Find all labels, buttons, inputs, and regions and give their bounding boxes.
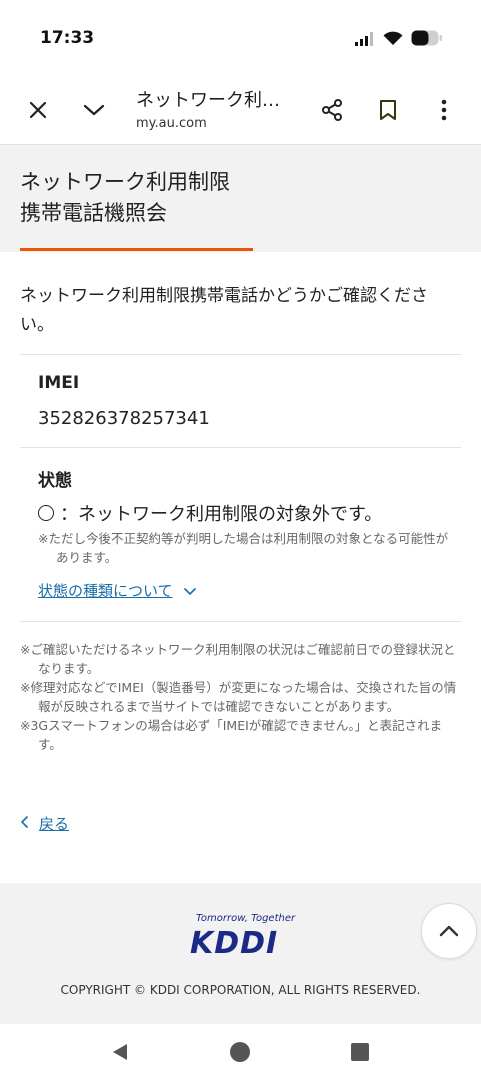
kddi-logo: KDDI [190, 926, 279, 961]
intro-text: ネットワーク利用制限携帯電話かどうかご確認ください。 [20, 286, 428, 335]
back-link[interactable]: 戻る [20, 813, 69, 834]
chevron-left-icon [20, 815, 29, 833]
brand-tagline: Tomorrow, Together [196, 913, 296, 924]
page-url: my.au.com [136, 116, 207, 131]
page-title: ネットワーク利… [136, 90, 280, 111]
state-result: ：ネットワーク利用制限の対象外です。 [38, 500, 382, 526]
section-title-line2: 携帯電話機照会 [20, 201, 167, 225]
chevron-down-icon[interactable] [74, 90, 114, 130]
nav-home-icon[interactable] [228, 1040, 252, 1064]
back-link-text[interactable]: 戻る [39, 813, 69, 834]
nav-recents-icon[interactable] [348, 1040, 372, 1064]
more-vert-icon[interactable] [424, 90, 464, 130]
notes: ※ご確認いただけるネットワーク利用制限の状況はご確認前日での登録状況となります。… [20, 640, 462, 754]
divider [20, 621, 461, 622]
divider [20, 354, 461, 355]
note-item: ※ご確認いただけるネットワーク利用制限の状況はご確認前日での登録状況となります。 [20, 642, 456, 676]
ok-circle-icon [38, 505, 54, 521]
state-result-text: ：ネットワーク利用制限の対象外です。 [60, 504, 383, 525]
system-nav-bar [0, 1024, 481, 1080]
signal-icon [355, 31, 375, 50]
footer: Tomorrow, Together KDDI COPYRIGHT © KDDI… [0, 883, 481, 1024]
status-icons [355, 30, 443, 50]
state-note: ※ただし今後不正契約等が判明した場合は利用制限の対象となる可能性があります。 [38, 531, 449, 565]
section-title-line1: ネットワーク利用制限 [20, 170, 230, 194]
section-title: ネットワーク利用制限 携帯電話機照会 [20, 167, 230, 229]
divider [20, 447, 461, 448]
chevron-down-icon [183, 582, 197, 600]
section-header: ネットワーク利用制限 携帯電話機照会 [0, 145, 481, 252]
scroll-to-top-button[interactable] [421, 903, 477, 959]
state-label: 状態 [38, 471, 72, 491]
browser-toolbar: ネットワーク利… my.au.com [0, 70, 481, 145]
nav-back-icon[interactable] [108, 1040, 132, 1064]
bookmark-icon[interactable] [368, 90, 408, 130]
battery-icon [411, 30, 443, 50]
imei-value: 352826378257341 [38, 408, 210, 429]
status-time: 17:33 [40, 28, 95, 48]
imei-label: IMEI [38, 373, 80, 393]
state-types-link[interactable]: 状態の種類について [38, 580, 197, 601]
state-types-link-text[interactable]: 状態の種類について [38, 580, 173, 601]
note-item: ※3Gスマートフォンの場合は必ず「IMEIが確認できません。」と表記されます。 [20, 718, 443, 752]
close-icon[interactable] [18, 90, 58, 130]
wifi-icon [383, 31, 403, 50]
status-bar: 17:33 [0, 0, 481, 70]
chevron-up-icon [439, 922, 459, 941]
title-accent-underline [20, 248, 253, 251]
copyright: COPYRIGHT © KDDI CORPORATION, ALL RIGHTS… [60, 983, 421, 997]
note-item: ※修理対応などでIMEI（製造番号）が変更になった場合は、交換された旨の情報が反… [20, 680, 457, 714]
share-icon[interactable] [312, 90, 352, 130]
